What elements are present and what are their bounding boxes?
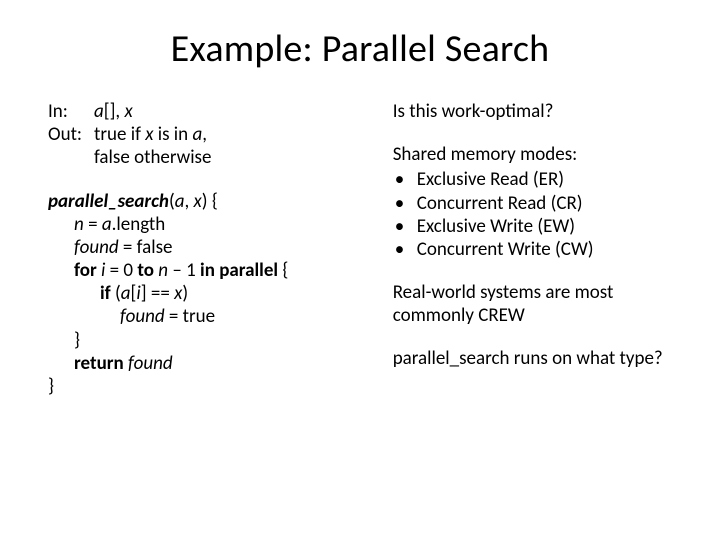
- bullet-icon: •: [393, 192, 417, 215]
- code-l5-close: ): [182, 282, 188, 305]
- code-l2-a: a: [102, 213, 112, 236]
- modes-block: Shared memory modes: • Exclusive Read (E…: [393, 143, 672, 261]
- slide: Example: Parallel Search In: a[], x Out:…: [0, 0, 720, 540]
- code-l6-rest: = true: [165, 305, 215, 328]
- code-l1-a: a: [175, 190, 185, 213]
- code-l5-mid: ] ==: [141, 282, 174, 305]
- code-line-7: }: [48, 329, 357, 352]
- code-l1-x: x: [194, 190, 202, 213]
- spec-out-row2: false otherwise: [48, 146, 357, 169]
- code-line-1: parallel_search(a, x) {: [48, 190, 357, 213]
- spec-in-a: a: [94, 100, 104, 123]
- content-columns: In: a[], x Out: true if x is in a, false…: [48, 100, 672, 418]
- code-l8-ret: return: [74, 352, 124, 375]
- code-l1-sep: ,: [185, 190, 194, 213]
- code-l2-len: .length: [112, 213, 166, 236]
- modes-title: Shared memory modes:: [393, 143, 672, 166]
- code-line-2: n = a.length: [48, 213, 357, 236]
- code-block: parallel_search(a, x) { n = a.length fou…: [48, 190, 357, 399]
- question-type: parallel_search runs on what type?: [393, 347, 672, 370]
- mode-label: Concurrent Read (CR): [417, 192, 583, 215]
- code-line-9: }: [48, 375, 357, 398]
- code-line-5: if (a[i] == x): [48, 282, 357, 305]
- spec-out-pre: true if: [94, 123, 145, 146]
- code-l3-rest: = false: [119, 236, 173, 259]
- mode-label: Exclusive Read (ER): [417, 168, 564, 191]
- spec-in-brackets: [],: [104, 100, 125, 123]
- code-l4-inpar: in parallel: [200, 259, 278, 282]
- code-l2-eq: =: [84, 213, 102, 236]
- code-line-4: for i = 0 to n – 1 in parallel {: [48, 259, 357, 282]
- code-line-8: return found: [48, 352, 357, 375]
- mode-item: • Concurrent Write (CW): [393, 238, 672, 261]
- code-l4-to: to: [137, 259, 154, 282]
- spec-in-label: In:: [48, 100, 94, 123]
- spec-out-line2: false otherwise: [94, 146, 211, 169]
- code-l3-found: found: [74, 236, 119, 259]
- code-l4-n: n: [158, 259, 168, 282]
- mode-label: Exclusive Write (EW): [417, 215, 575, 238]
- code-fnname: parallel_search: [48, 190, 169, 213]
- code-l5-a: a: [121, 282, 131, 305]
- code-l6-found: found: [120, 305, 165, 328]
- mode-item: • Exclusive Write (EW): [393, 215, 672, 238]
- mode-item: • Exclusive Read (ER): [393, 168, 672, 191]
- spec-out-a: a: [192, 123, 202, 146]
- spec-out-row1: Out: true if x is in a,: [48, 123, 357, 146]
- bullet-icon: •: [393, 215, 417, 238]
- spec-out-post: ,: [202, 123, 207, 146]
- code-l5-if: if: [100, 282, 111, 305]
- spec-out-label: Out:: [48, 123, 94, 146]
- spec-in-row: In: a[], x: [48, 100, 357, 123]
- code-l4-mid2: – 1: [168, 259, 200, 282]
- modes-list: • Exclusive Read (ER) • Concurrent Read …: [393, 168, 672, 261]
- question-work-optimal: Is this work-optimal?: [393, 100, 672, 123]
- code-l8-found: found: [128, 352, 173, 375]
- bullet-icon: •: [393, 168, 417, 191]
- bullet-icon: •: [393, 238, 417, 261]
- code-l4-mid1: = 0: [105, 259, 137, 282]
- spec-in-value: a[], x: [94, 100, 133, 123]
- code-l5-sp: (: [111, 282, 121, 305]
- mode-item: • Concurrent Read (CR): [393, 192, 672, 215]
- spec-in-x: x: [124, 100, 132, 123]
- left-column: In: a[], x Out: true if x is in a, false…: [48, 100, 357, 418]
- code-line-3: found = false: [48, 236, 357, 259]
- slide-title: Example: Parallel Search: [48, 26, 672, 72]
- right-column: Is this work-optimal? Shared memory mode…: [393, 100, 672, 418]
- note-crew: Real-world systems are most commonly CRE…: [393, 281, 672, 327]
- code-l2-n: n: [74, 213, 84, 236]
- code-l1-close: ) {: [202, 190, 218, 213]
- mode-label: Concurrent Write (CW): [417, 238, 594, 261]
- spec-out-mid: is in: [153, 123, 192, 146]
- code-l4-for: for: [74, 259, 97, 282]
- spec-out-value1: true if x is in a,: [94, 123, 207, 146]
- spec-block: In: a[], x Out: true if x is in a, false…: [48, 100, 357, 170]
- code-l4-brace: {: [278, 259, 288, 282]
- code-line-6: found = true: [48, 305, 357, 328]
